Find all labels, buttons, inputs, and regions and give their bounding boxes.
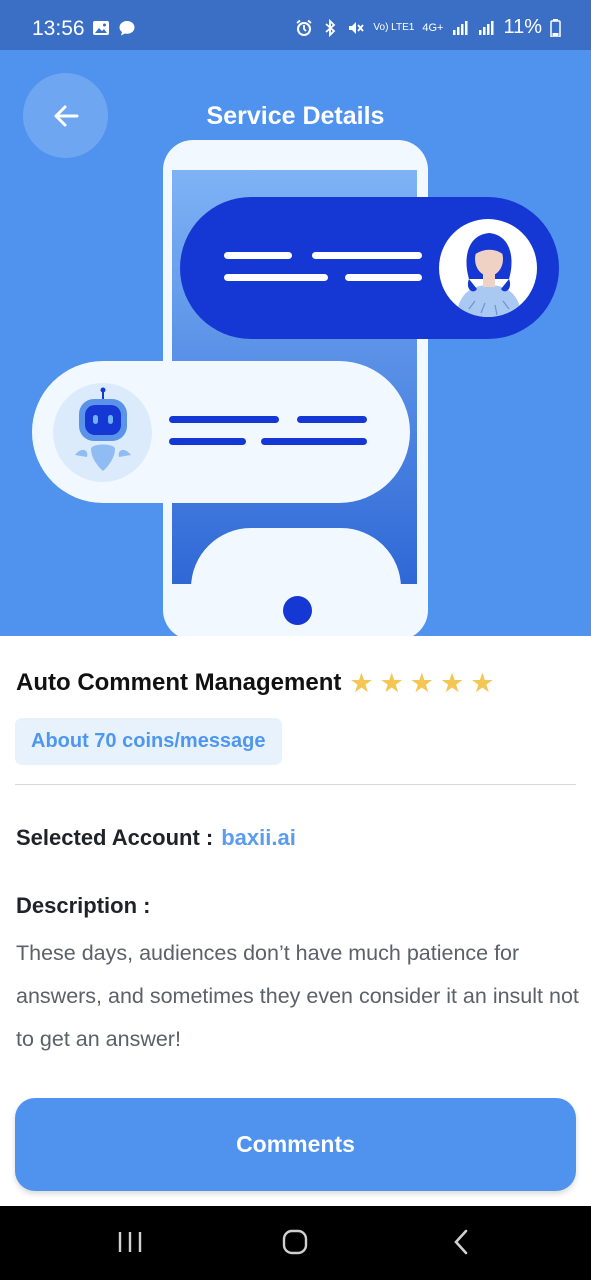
- chevron-left-icon[interactable]: [448, 1228, 476, 1256]
- signal-icon: [453, 20, 468, 35]
- rating-stars: ★ ★ ★ ★ ★: [349, 667, 495, 698]
- message-line: [345, 274, 422, 281]
- bot-avatar: [53, 383, 152, 482]
- recent-apps-icon[interactable]: [116, 1228, 144, 1256]
- status-time: 13:56: [32, 17, 85, 40]
- notification-icons: [92, 19, 136, 37]
- message-line: [169, 438, 246, 445]
- star-icon: ★: [470, 667, 495, 698]
- selected-account-value[interactable]: baxii.ai: [221, 825, 296, 851]
- star-icon: ★: [440, 667, 465, 698]
- robot-icon: [75, 387, 131, 471]
- network-type: 4G+: [422, 21, 444, 34]
- hero-illustration: Service Details: [0, 50, 591, 636]
- status-bar: 13:56 Vo) LTE1 4G+ 11%: [0, 0, 591, 50]
- gallery-icon: [93, 21, 109, 35]
- service-title-row: Auto Comment Management ★ ★ ★ ★ ★: [16, 669, 494, 697]
- page-title: Service Details: [206, 102, 385, 130]
- message-line: [224, 274, 328, 281]
- system-nav-bar: [0, 1206, 591, 1280]
- divider: [15, 784, 576, 785]
- chat-bubble-icon: [119, 21, 135, 36]
- message-line: [297, 416, 367, 423]
- phone-home-dot: [283, 596, 312, 625]
- user-message-bubble: [180, 197, 559, 339]
- comments-button[interactable]: Comments: [15, 1098, 576, 1191]
- description-text: These days, audiences don’t have much pa…: [16, 941, 579, 1051]
- selected-account-label: Selected Account :: [16, 825, 214, 850]
- bot-message-bubble: [32, 361, 410, 503]
- bluetooth-icon: [325, 18, 336, 37]
- signal-icon-2: [479, 20, 494, 35]
- message-line: [312, 252, 422, 259]
- battery-icon: [550, 18, 561, 37]
- user-avatar: [439, 219, 537, 317]
- selected-account-row: Selected Account : baxii.ai: [16, 825, 296, 851]
- price-badge: About 70 coins/message: [15, 718, 282, 765]
- star-icon: ★: [349, 667, 374, 698]
- woman-avatar-icon: [457, 233, 521, 317]
- battery-percent: 11%: [503, 16, 542, 38]
- volte-indicator: Vo) LTE1: [373, 21, 415, 33]
- mute-icon: [349, 21, 365, 34]
- description-label: Description :: [16, 893, 151, 918]
- message-line: [169, 416, 279, 423]
- star-icon: ★: [379, 667, 404, 698]
- alarm-icon: [296, 19, 312, 36]
- service-title: Auto Comment Management: [16, 669, 342, 696]
- message-line: [261, 438, 367, 445]
- home-icon[interactable]: [281, 1228, 309, 1256]
- message-line: [224, 252, 292, 259]
- system-icons: Vo) LTE1 4G+ 11%: [295, 16, 561, 39]
- star-icon: ★: [409, 667, 435, 698]
